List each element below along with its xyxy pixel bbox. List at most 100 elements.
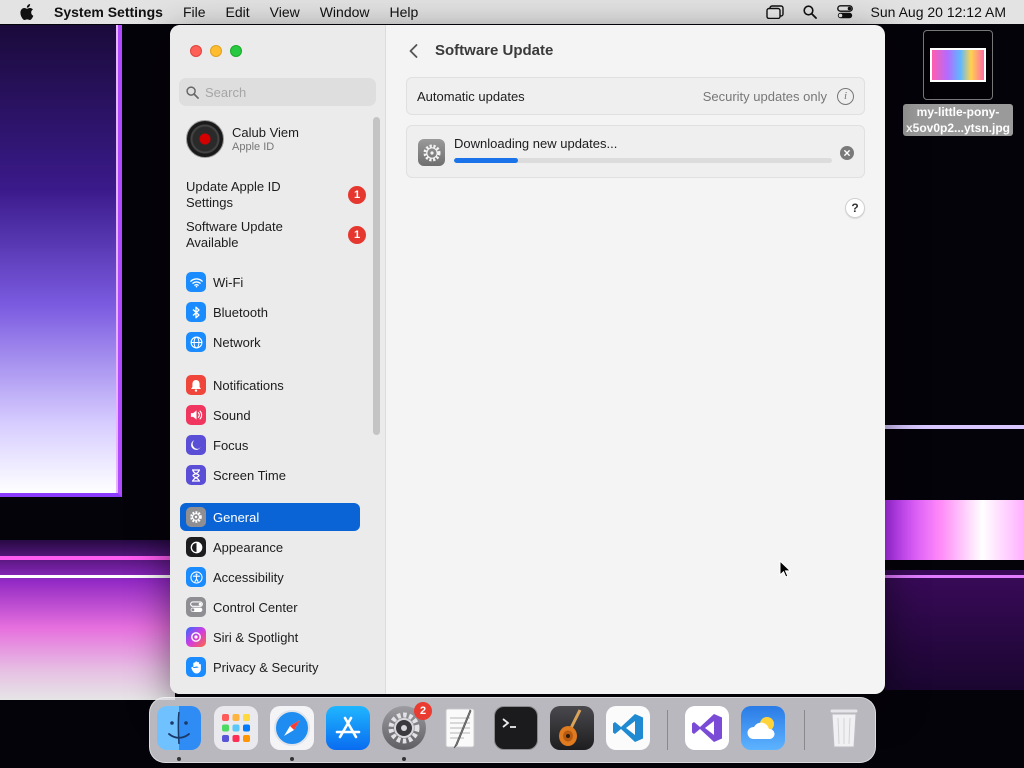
sidebar-item-screen-time[interactable]: Screen Time: [180, 461, 360, 489]
control-center-icon[interactable]: [828, 5, 863, 19]
dock-terminal[interactable]: [494, 706, 538, 750]
dock-textedit[interactable]: [438, 706, 482, 750]
back-button[interactable]: [403, 41, 423, 61]
notice-label: Software Update Available: [186, 219, 283, 250]
download-status-text: Downloading new updates...: [454, 136, 618, 151]
dock-trash[interactable]: [822, 706, 866, 750]
desktop-file[interactable]: my-little-pony- x5ov0p2...ytsn.jpg: [898, 30, 1018, 137]
wallpaper-line: [0, 556, 175, 560]
menu-window[interactable]: Window: [310, 4, 380, 20]
app-store-icon: [335, 716, 361, 739]
menu-bar: System Settings File Edit View Window He…: [0, 0, 1024, 24]
siri-icon: [186, 627, 206, 647]
menu-edit[interactable]: Edit: [216, 4, 260, 20]
bell-icon: [186, 375, 206, 395]
sidebar-scrollbar[interactable]: [373, 117, 380, 435]
sidebar-item-label: Screen Time: [213, 467, 286, 483]
wifi-icon: [186, 272, 206, 292]
sidebar-item-network[interactable]: Network: [180, 328, 360, 356]
dock-notification-badge: 2: [414, 702, 432, 720]
sidebar-item-label: Siri & Spotlight: [213, 629, 299, 645]
image-thumbnail: [923, 30, 993, 100]
sidebar-item-control-center[interactable]: Control Center: [180, 593, 360, 621]
sidebar-item-sound[interactable]: Sound: [180, 401, 360, 429]
menu-app-name[interactable]: System Settings: [54, 4, 173, 20]
wallpaper-line: [885, 425, 1024, 429]
notice-label: Update Apple ID Settings: [186, 179, 281, 210]
dock-finder[interactable]: [157, 706, 201, 750]
window-controls: [190, 45, 242, 57]
dock-weather[interactable]: [741, 706, 785, 750]
cancel-download-button[interactable]: [840, 146, 854, 160]
sidebar-item-label: Accessibility: [213, 569, 284, 585]
dock-garageband[interactable]: [550, 706, 594, 750]
close-window-button[interactable]: [190, 45, 202, 57]
sidebar-item-wifi[interactable]: Wi-Fi: [180, 268, 360, 296]
wallpaper-glow-left: [0, 540, 175, 700]
dock-visual-studio[interactable]: [685, 706, 729, 750]
zoom-window-button[interactable]: [230, 45, 242, 57]
sidebar-item-label: Notifications: [213, 377, 284, 393]
help-button[interactable]: ?: [845, 198, 865, 218]
search-field[interactable]: [179, 78, 376, 106]
update-apple-id-notice[interactable]: Update Apple ID Settings 1: [186, 179, 366, 211]
software-update-notice[interactable]: Software Update Available 1: [186, 219, 366, 251]
search-input[interactable]: [205, 84, 365, 100]
sidebar-item-label: Appearance: [213, 539, 284, 555]
dock-safari[interactable]: [270, 706, 314, 750]
account-name: Calub Viem: [232, 125, 299, 140]
menu-extras: Sun Aug 20 12:12 AM: [758, 4, 1024, 20]
stage-manager-icon[interactable]: [758, 5, 793, 19]
sidebar-item-accessibility[interactable]: Accessibility: [180, 563, 360, 591]
safari-compass-icon: [274, 710, 310, 746]
speaker-icon: [186, 405, 206, 425]
minimize-window-button[interactable]: [210, 45, 222, 57]
gear-icon: [186, 507, 206, 527]
notification-badge: 1: [348, 186, 366, 204]
dock-app-store[interactable]: [326, 706, 370, 750]
spotlight-search-icon[interactable]: [793, 5, 828, 19]
terminal-icon: [502, 718, 516, 728]
file-label-line: my-little-pony-: [916, 105, 1000, 119]
sidebar-item-privacy-security[interactable]: Privacy & Security: [180, 653, 360, 681]
sidebar-item-notifications[interactable]: Notifications: [180, 371, 360, 399]
apple-id-account[interactable]: Calub Viem Apple ID: [186, 120, 299, 158]
system-settings-window: Calub Viem Apple ID Update Apple ID Sett…: [170, 25, 885, 694]
running-indicator: [402, 757, 406, 761]
sidebar-item-appearance[interactable]: Appearance: [180, 533, 360, 561]
appearance-icon: [186, 537, 206, 557]
menu-clock[interactable]: Sun Aug 20 12:12 AM: [863, 4, 1006, 20]
account-subtitle: Apple ID: [232, 141, 275, 153]
notification-badge: 1: [348, 226, 366, 244]
textedit-icon: [445, 708, 475, 749]
apple-menu[interactable]: [0, 4, 54, 20]
wallpaper-line: [885, 575, 1024, 578]
trash-icon: [829, 708, 859, 748]
sidebar-item-focus[interactable]: Focus: [180, 431, 360, 459]
file-label-line: x5ov0p2...ytsn.jpg: [905, 121, 1011, 135]
menu-file[interactable]: File: [173, 4, 216, 20]
dock-separator: [667, 710, 668, 750]
chevron-left-icon: [409, 44, 417, 58]
menu-help[interactable]: Help: [380, 4, 429, 20]
close-icon: [844, 150, 850, 156]
main-content: Software Update Automatic updates Securi…: [387, 25, 885, 694]
sidebar-item-general[interactable]: General: [180, 503, 360, 531]
menu-view[interactable]: View: [260, 4, 310, 20]
sidebar-item-siri-spotlight[interactable]: Siri & Spotlight: [180, 623, 360, 651]
sidebar: Calub Viem Apple ID Update Apple ID Sett…: [170, 25, 386, 694]
sidebar-item-label: General: [213, 509, 260, 525]
progress-fill: [454, 158, 519, 163]
bluetooth-icon: [186, 302, 206, 322]
wallpaper-glow-right: [885, 500, 1024, 560]
hand-icon: [186, 657, 206, 677]
visual-studio-icon: [692, 714, 722, 742]
sidebar-item-label: Wi-Fi: [213, 274, 244, 290]
sidebar-item-label: Control Center: [213, 599, 298, 615]
sidebar-item-bluetooth[interactable]: Bluetooth: [180, 298, 360, 326]
download-status-card: Downloading new updates...: [406, 125, 865, 178]
info-icon[interactable]: i: [837, 87, 854, 105]
dock-launchpad[interactable]: [214, 706, 258, 750]
sidebar-item-label: Privacy & Security: [213, 659, 319, 675]
dock-vscode[interactable]: [606, 706, 650, 750]
